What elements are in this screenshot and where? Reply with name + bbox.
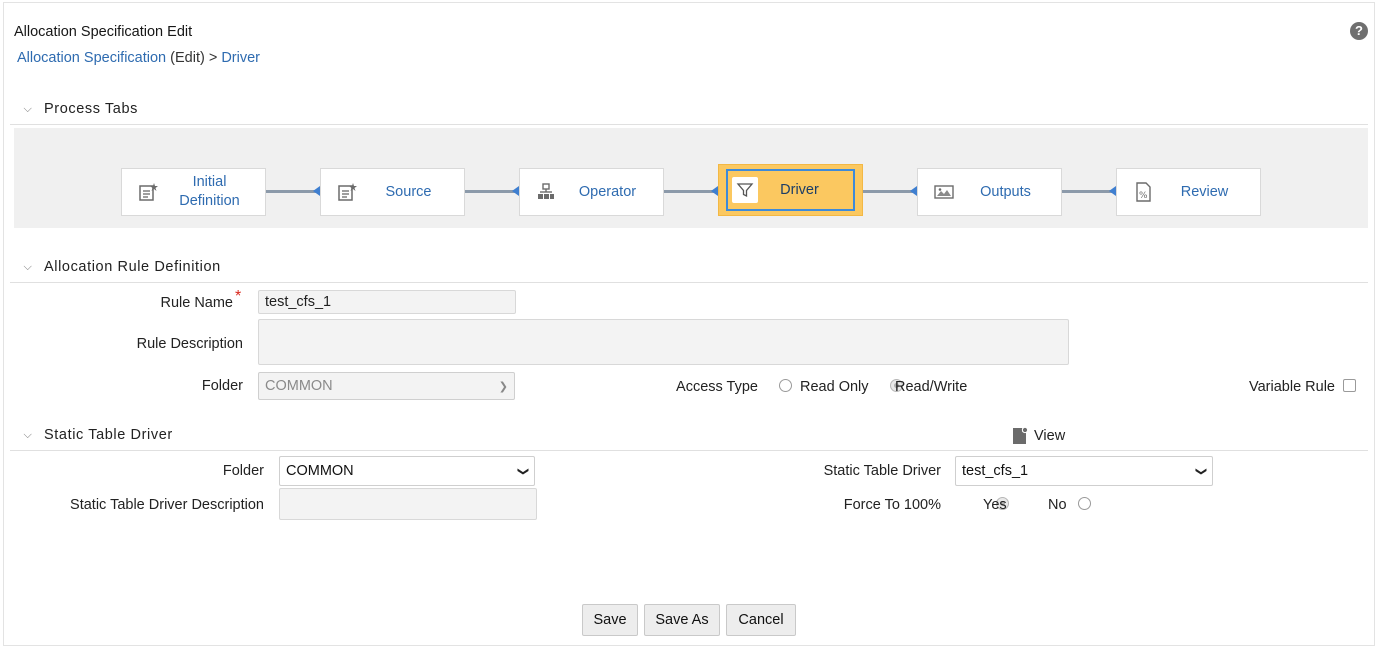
- connector-arrow-icon: [1109, 186, 1116, 196]
- collapse-chevron-icon[interactable]: ⌵: [18, 261, 38, 274]
- section-process-tabs[interactable]: ⌵ Process Tabs: [10, 101, 1368, 125]
- force-to-100-label: Force To 100%: [843, 497, 941, 513]
- hierarchy-icon: [528, 182, 564, 202]
- static-driver-description-label: Static Table Driver Description: [70, 497, 264, 513]
- view-label: View: [1034, 428, 1066, 444]
- view-document-icon: [1011, 427, 1029, 445]
- tab-label: Driver: [780, 181, 819, 198]
- tab-driver-inner: Driver: [726, 169, 855, 211]
- document-edit-icon: [130, 181, 166, 203]
- breadcrumb: Allocation Specification (Edit) > Driver: [17, 50, 260, 66]
- section-title: Static Table Driver: [44, 427, 173, 443]
- chevron-down-icon: ❯: [516, 466, 529, 476]
- rule-name-label: Rule Name: [160, 295, 233, 311]
- required-marker: *: [235, 288, 242, 305]
- tab-connector: [863, 190, 913, 193]
- static-folder-label: Folder: [222, 463, 264, 479]
- static-driver-description-input[interactable]: [279, 488, 537, 520]
- filter-icon: [732, 177, 758, 203]
- percent-document-icon: %: [1125, 181, 1161, 203]
- page-title: Allocation Specification Edit: [14, 24, 193, 40]
- tab-connector: [1062, 190, 1112, 193]
- tab-review[interactable]: % Review: [1116, 168, 1261, 216]
- tab-label: Initial Definition: [179, 174, 240, 209]
- connector-arrow-icon: [711, 186, 718, 196]
- save-as-button[interactable]: Save As: [644, 604, 720, 636]
- rule-name-input[interactable]: test_cfs_1: [258, 290, 516, 314]
- tab-label: Outputs: [980, 183, 1031, 200]
- connector-arrow-icon: [910, 186, 917, 196]
- access-read-write-label: Read/Write: [895, 379, 968, 395]
- static-table-driver-select-value: test_cfs_1: [962, 463, 1029, 479]
- collapse-chevron-icon[interactable]: ⌵: [18, 429, 38, 442]
- tab-connector: [664, 190, 714, 193]
- variable-rule-checkbox[interactable]: [1343, 379, 1356, 392]
- force-no-label: No: [1048, 497, 1067, 513]
- section-title: Process Tabs: [44, 101, 138, 117]
- breadcrumb-link-allocation-specification[interactable]: Allocation Specification: [17, 50, 166, 66]
- tab-connector: [465, 190, 515, 193]
- access-type-label: Access Type: [676, 379, 758, 395]
- rule-description-textarea[interactable]: [258, 319, 1069, 365]
- connector-arrow-icon: [512, 186, 519, 196]
- folder-label: Folder: [201, 378, 243, 394]
- static-table-driver-select[interactable]: test_cfs_1 ❯: [955, 456, 1213, 486]
- document-edit-icon: [329, 181, 365, 203]
- section-static-table-driver[interactable]: ⌵ Static Table Driver: [10, 427, 1368, 451]
- tab-initial-definition[interactable]: Initial Definition: [121, 168, 266, 216]
- view-button[interactable]: View: [1011, 427, 1065, 445]
- section-title: Allocation Rule Definition: [44, 259, 221, 275]
- cancel-button[interactable]: Cancel: [726, 604, 796, 636]
- tab-label: Review: [1180, 183, 1229, 200]
- tab-label: Source: [385, 183, 432, 200]
- tab-outputs[interactable]: Outputs: [917, 168, 1062, 216]
- static-folder-select-value: COMMON: [286, 463, 354, 479]
- chevron-down-icon: ❯: [498, 380, 508, 393]
- static-table-driver-label: Static Table Driver: [823, 463, 941, 479]
- folder-select[interactable]: COMMON ❯: [258, 372, 515, 400]
- tab-label: Operator: [578, 183, 637, 200]
- access-read-only-radio[interactable]: [779, 379, 792, 392]
- rule-description-label: Rule Description: [136, 336, 243, 352]
- tab-operator[interactable]: Operator: [519, 168, 664, 216]
- breadcrumb-mode: (Edit) >: [166, 50, 222, 66]
- save-button[interactable]: Save: [582, 604, 638, 636]
- connector-arrow-icon: [313, 186, 320, 196]
- section-allocation-rule-definition[interactable]: ⌵ Allocation Rule Definition: [10, 259, 1368, 283]
- force-yes-label: Yes: [983, 497, 1007, 513]
- breadcrumb-current[interactable]: Driver: [221, 50, 260, 66]
- static-folder-select[interactable]: COMMON ❯: [279, 456, 535, 486]
- folder-select-value: COMMON: [265, 378, 333, 394]
- chevron-down-icon: ❯: [1194, 466, 1207, 476]
- access-read-only-label: Read Only: [800, 379, 869, 395]
- svg-text:%: %: [1139, 191, 1148, 201]
- tab-driver[interactable]: Driver: [718, 164, 863, 216]
- help-icon[interactable]: ?: [1350, 22, 1368, 40]
- collapse-chevron-icon[interactable]: ⌵: [18, 103, 38, 116]
- tab-connector: [266, 190, 316, 193]
- variable-rule-label: Variable Rule: [1249, 379, 1335, 395]
- tab-source[interactable]: Source: [320, 168, 465, 216]
- image-icon: [926, 182, 962, 202]
